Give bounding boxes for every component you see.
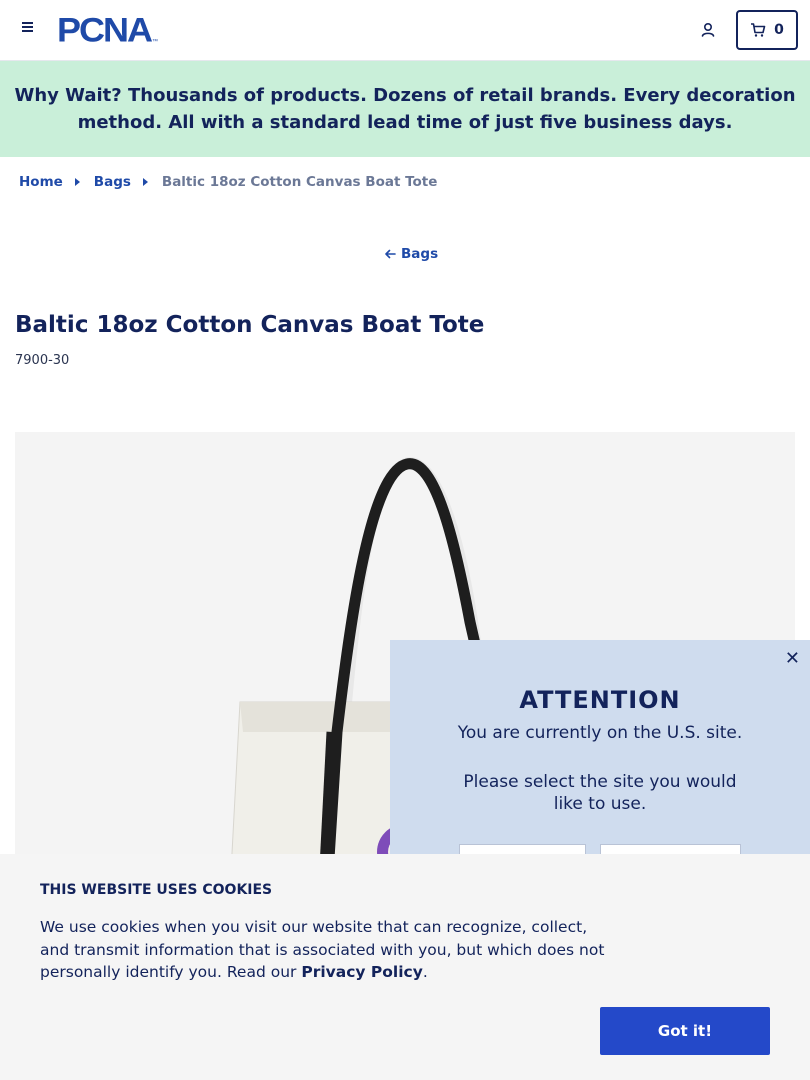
shopping-cart-icon — [751, 23, 766, 37]
cookie-title: THIS WEBSITE USES COOKIES — [40, 882, 273, 898]
breadcrumb-separator-icon — [74, 178, 80, 186]
breadcrumb-current: Baltic 18oz Cotton Canvas Boat Tote — [161, 174, 438, 190]
promo-lead: Why Wait? — [14, 85, 122, 106]
hamburger-menu-icon[interactable] — [18, 20, 38, 40]
breadcrumb-home[interactable]: Home — [19, 174, 63, 190]
cart-count: 0 — [774, 22, 784, 38]
attention-title: ATTENTION — [519, 686, 681, 714]
site-selection-modal: ✕ ATTENTION You are currently on the U.S… — [390, 640, 810, 874]
user-account-icon[interactable] — [698, 20, 718, 40]
attention-select-prompt: Please select the site you would like to… — [463, 772, 737, 814]
cart-button[interactable]: 0 — [736, 10, 798, 50]
logo-trademark: ™ — [152, 39, 159, 45]
close-icon[interactable]: ✕ — [785, 648, 800, 669]
breadcrumb: Home Bags Baltic 18oz Cotton Canvas Boat… — [19, 174, 437, 190]
logo-text: PCNA — [57, 10, 153, 50]
product-title: Baltic 18oz Cotton Canvas Boat Tote — [15, 312, 485, 338]
back-to-category-link[interactable]: Bags — [384, 246, 438, 262]
privacy-policy-link[interactable]: Privacy Policy — [301, 963, 423, 981]
attention-current-site: You are currently on the U.S. site. — [457, 723, 743, 743]
cookie-banner: THIS WEBSITE USES COOKIES We use cookies… — [0, 854, 810, 1080]
got-it-button[interactable]: Got it! — [600, 1007, 770, 1055]
site-header: PCNA ™ 0 — [0, 0, 810, 61]
promo-text: Why Wait? Thousands of products. Dozens … — [12, 82, 798, 136]
breadcrumb-bags[interactable]: Bags — [94, 174, 131, 190]
cookie-period: . — [422, 963, 428, 981]
back-link-label: Bags — [401, 246, 439, 262]
promo-body: Thousands of products. Dozens of retail … — [77, 85, 796, 133]
breadcrumb-separator-icon — [142, 178, 148, 186]
arrow-left-icon — [385, 249, 396, 259]
promo-banner: Why Wait? Thousands of products. Dozens … — [0, 61, 810, 157]
cookie-message: We use cookies when you visit our websit… — [40, 916, 620, 984]
product-sku: 7900-30 — [15, 353, 70, 368]
pcna-logo[interactable]: PCNA ™ — [57, 10, 159, 50]
